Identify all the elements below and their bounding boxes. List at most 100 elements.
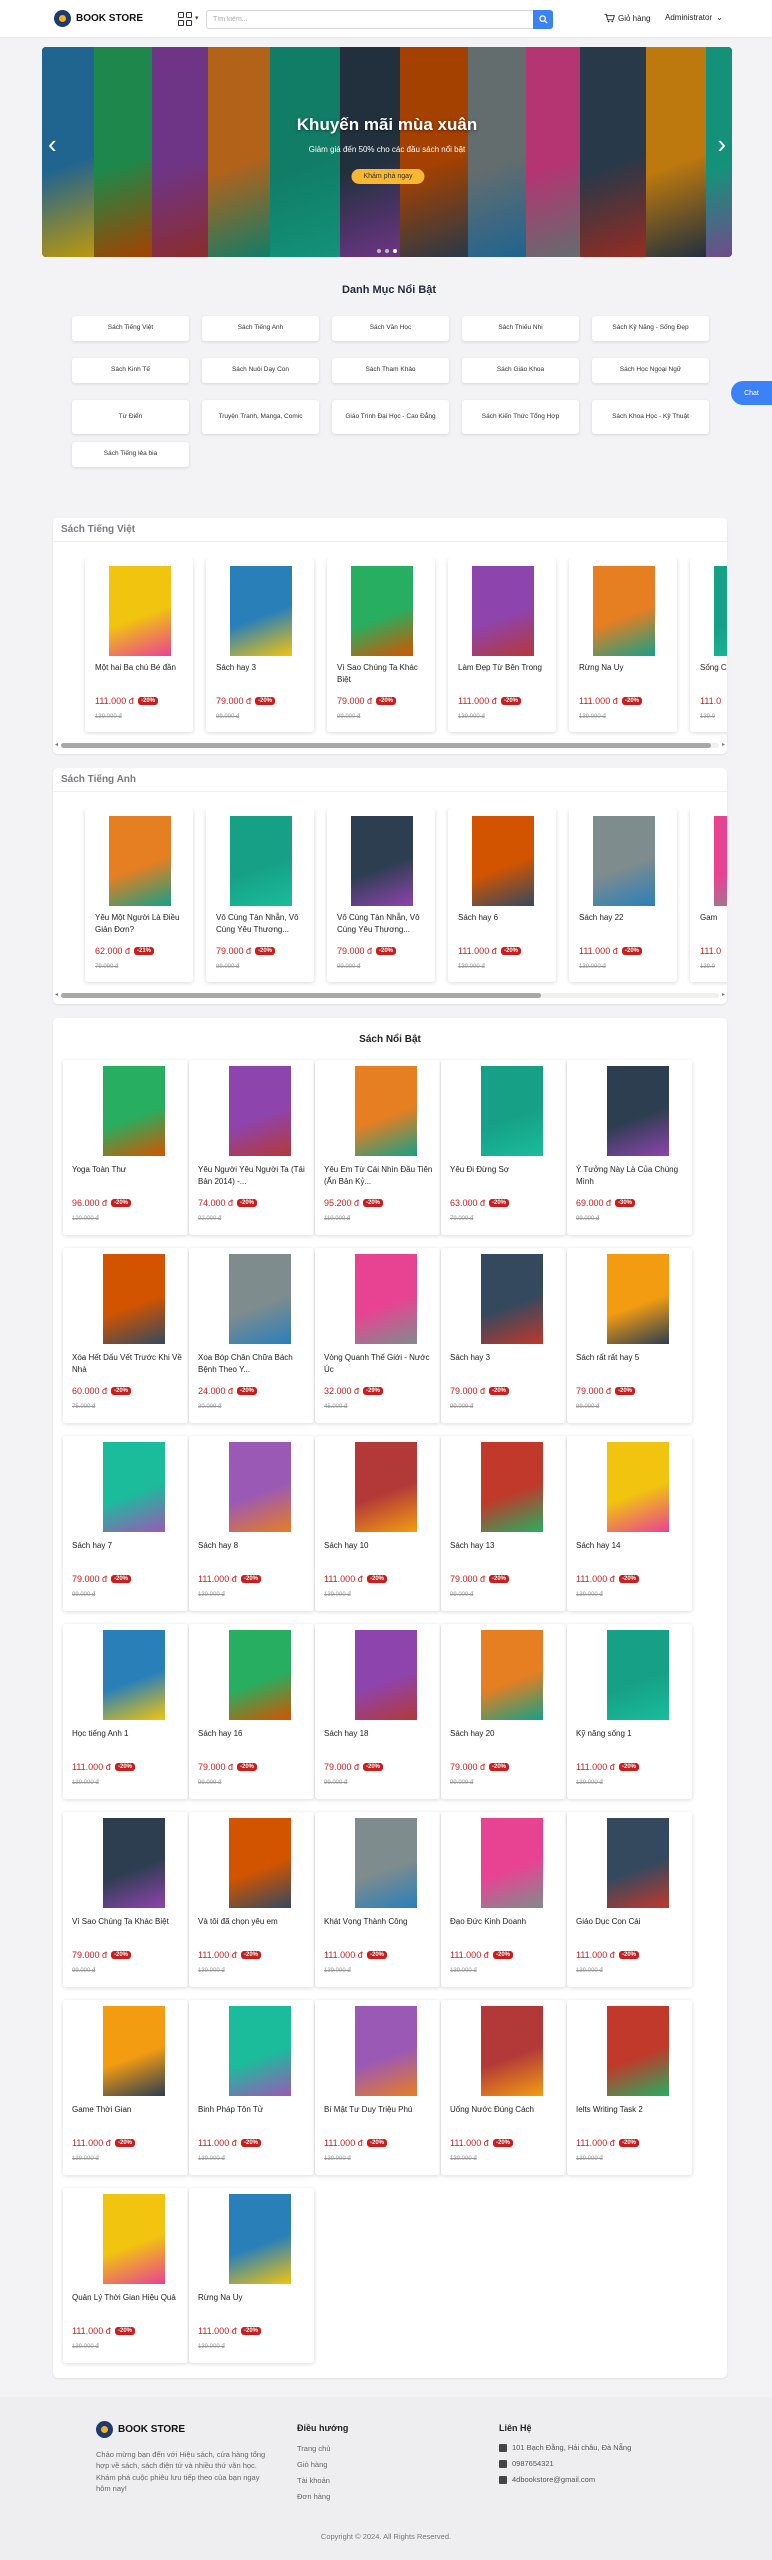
category-item[interactable]: Truyện Tranh, Manga, Comic <box>202 400 319 434</box>
product-name[interactable]: Rừng Na Uy <box>579 662 671 674</box>
product-name[interactable]: Vì Sao Chúng Ta Khác Biệt <box>72 1916 182 1928</box>
book-cover-image[interactable] <box>103 1066 165 1156</box>
product-name[interactable]: Xoa Bóp Chân Chữa Bách Bệnh Theo Y... <box>198 1352 308 1375</box>
footer-link-account[interactable]: Tài khoản <box>297 2476 330 2485</box>
book-cover-image[interactable] <box>355 2006 417 2096</box>
book-cover-image[interactable] <box>103 1818 165 1908</box>
product-card[interactable]: Vì Sao Chúng Ta Khác Biệt 79.000 đ -20% 99.… <box>327 558 435 732</box>
product-card[interactable]: Sách hay 3 79.000 đ -20% 99.000 đ <box>206 558 314 732</box>
product-card[interactable]: Yêu Em Từ Cái Nhìn Đầu Tiên (Ấn Bản Kỷ..… <box>315 1060 440 1235</box>
product-name[interactable]: Uống Nước Đúng Cách <box>450 2104 560 2116</box>
product-card[interactable]: Sách hay 13 79.000 đ -20% 99.000 đ <box>441 1436 566 1611</box>
product-card[interactable]: Sách rất rất hay 5 79.000 đ -20% 99.000 đ <box>567 1248 692 1423</box>
book-cover-image[interactable] <box>229 2006 291 2096</box>
product-card[interactable]: Rừng Na Uy 111.000 đ -20% 139.000 đ <box>569 558 677 732</box>
chevron-right-icon[interactable]: › <box>717 131 726 157</box>
book-cover-image[interactable] <box>103 1630 165 1720</box>
product-name[interactable]: Sống Chín <box>700 662 727 674</box>
category-item[interactable]: Sách Khoa Học - Kỹ Thuật <box>592 400 709 434</box>
product-name[interactable]: Giáo Dục Con Cái <box>576 1916 686 1928</box>
user-menu[interactable]: Administrator ⌄ <box>665 13 723 22</box>
category-item[interactable]: Sách Văn Học <box>332 316 449 341</box>
book-cover-image[interactable] <box>481 1442 543 1532</box>
book-cover-image[interactable] <box>607 1630 669 1720</box>
product-name[interactable]: Rừng Na Uy <box>198 2292 308 2304</box>
book-cover-image[interactable] <box>607 2006 669 2096</box>
book-cover-image[interactable] <box>109 816 171 906</box>
chevron-left-icon[interactable]: ‹ <box>48 131 57 157</box>
product-card[interactable]: Làm Đẹp Từ Bên Trong 111.000 đ -20% 139.000… <box>448 558 556 732</box>
book-cover-image[interactable] <box>230 566 292 656</box>
product-card[interactable]: Sống Chín 111.0 139.0 <box>690 558 727 732</box>
chevron-down-icon[interactable]: ▾ <box>195 14 199 22</box>
category-item[interactable]: Sách Kiến Thức Tổng Hợp <box>462 400 579 434</box>
product-name[interactable]: Sách hay 3 <box>450 1352 560 1364</box>
footer-logo[interactable]: BOOK STORE <box>96 2421 185 2438</box>
book-cover-image[interactable] <box>355 1066 417 1156</box>
product-name[interactable]: Sách hay 22 <box>579 912 671 924</box>
brand-logo[interactable]: BOOK STORE <box>54 10 143 27</box>
book-cover-image[interactable] <box>230 816 292 906</box>
book-cover-image[interactable] <box>481 2006 543 2096</box>
categories-grid-icon[interactable] <box>178 12 192 26</box>
product-card[interactable]: Kỹ năng sống 1 111.000 đ -20% 139.000 đ <box>567 1624 692 1799</box>
product-card[interactable]: Vòng Quanh Thế Giới - Nước Úc 32.000 đ -29… <box>315 1248 440 1423</box>
chat-button[interactable]: Chat <box>731 381 772 405</box>
explore-button[interactable]: Khám phá ngay <box>351 169 425 184</box>
product-card[interactable]: Sách hay 20 79.000 đ -20% 99.000 đ <box>441 1624 566 1799</box>
product-name[interactable]: Sách hay 18 <box>324 1728 434 1740</box>
product-name[interactable]: Quản Lý Thời Gian Hiệu Quả <box>72 2292 182 2304</box>
product-name[interactable]: Sách rất rất hay 5 <box>576 1352 686 1364</box>
product-card[interactable]: Đạo Đức Kinh Doanh 111.000 đ -20% 139.000 đ <box>441 1812 566 1987</box>
book-cover-image[interactable] <box>714 566 727 656</box>
book-cover-image[interactable] <box>355 1254 417 1344</box>
footer-email[interactable]: 4dbookstore@gmail.com <box>499 2475 595 2484</box>
product-name[interactable]: Sách hay 16 <box>198 1728 308 1740</box>
category-item[interactable]: Sách Kinh Tế <box>72 358 189 383</box>
product-name[interactable]: Và tôi đã chọn yêu em <box>198 1916 308 1928</box>
book-cover-image[interactable] <box>351 566 413 656</box>
book-cover-image[interactable] <box>103 2194 165 2284</box>
book-cover-image[interactable] <box>229 1442 291 1532</box>
product-card[interactable]: Một hai Ba chú Bé đần 111.000 đ -20% 139.00… <box>85 558 193 732</box>
footer-link-home[interactable]: Trang chủ <box>297 2444 331 2453</box>
product-card[interactable]: Sách hay 10 111.000 đ -20% 139.000 đ <box>315 1436 440 1611</box>
book-cover-image[interactable] <box>714 816 727 906</box>
book-cover-image[interactable] <box>607 1442 669 1532</box>
product-card[interactable]: Binh Pháp Tôn Tử 111.000 đ -20% 139.000 đ <box>189 2000 314 2175</box>
search-button[interactable] <box>533 10 553 29</box>
cart-link[interactable]: Giỏ hàng <box>604 13 650 23</box>
book-cover-image[interactable] <box>481 1066 543 1156</box>
product-name[interactable]: Sách hay 20 <box>450 1728 560 1740</box>
product-name[interactable]: Kỹ năng sống 1 <box>576 1728 686 1740</box>
book-cover-image[interactable] <box>481 1630 543 1720</box>
product-name[interactable]: Khát Vọng Thành Công <box>324 1916 434 1928</box>
product-name[interactable]: Binh Pháp Tôn Tử <box>198 2104 308 2116</box>
product-card[interactable]: Xoa Bóp Chân Chữa Bách Bệnh Theo Y... 24.… <box>189 1248 314 1423</box>
slide-dot[interactable] <box>385 249 389 253</box>
product-name[interactable]: Sách hay 14 <box>576 1540 686 1552</box>
slide-dot[interactable] <box>393 249 397 253</box>
book-cover-image[interactable] <box>229 1254 291 1344</box>
book-cover-image[interactable] <box>607 1066 669 1156</box>
product-name[interactable]: Yêu Em Từ Cái Nhìn Đầu Tiên (Ấn Bản Kỷ..… <box>324 1164 434 1187</box>
category-item[interactable]: Sách Giáo Khoa <box>462 358 579 383</box>
scroll-right-icon[interactable]: ▸ <box>722 741 725 748</box>
product-name[interactable]: Vô Cùng Tàn Nhẫn, Vô Cùng Yêu Thương... <box>216 912 308 935</box>
book-cover-image[interactable] <box>481 1254 543 1344</box>
book-cover-image[interactable] <box>607 1818 669 1908</box>
product-card[interactable]: Giáo Dục Con Cái 111.000 đ -20% 139.000 đ <box>567 1812 692 1987</box>
horizontal-scrollbar[interactable]: ◂ ▸ <box>55 742 725 748</box>
product-name[interactable]: Đạo Đức Kinh Doanh <box>450 1916 560 1928</box>
product-card[interactable]: Gam 111.0 139.0 <box>690 808 727 982</box>
product-name[interactable]: Sách hay 7 <box>72 1540 182 1552</box>
book-cover-image[interactable] <box>355 1442 417 1532</box>
product-card[interactable]: Vì Sao Chúng Ta Khác Biệt 79.000 đ -20% 99.… <box>63 1812 188 1987</box>
product-name[interactable]: Yoga Toàn Thư <box>72 1164 182 1176</box>
product-name[interactable]: Sách hay 13 <box>450 1540 560 1552</box>
slide-dot[interactable] <box>377 249 381 253</box>
product-card[interactable]: Rừng Na Uy 111.000 đ -20% 139.000 đ <box>189 2188 314 2363</box>
book-cover-image[interactable] <box>593 566 655 656</box>
product-name[interactable]: Xóa Hết Dấu Vết Trước Khi Về Nhà <box>72 1352 182 1375</box>
product-card[interactable]: Quản Lý Thời Gian Hiệu Quả 111.000 đ -20% 1… <box>63 2188 188 2363</box>
